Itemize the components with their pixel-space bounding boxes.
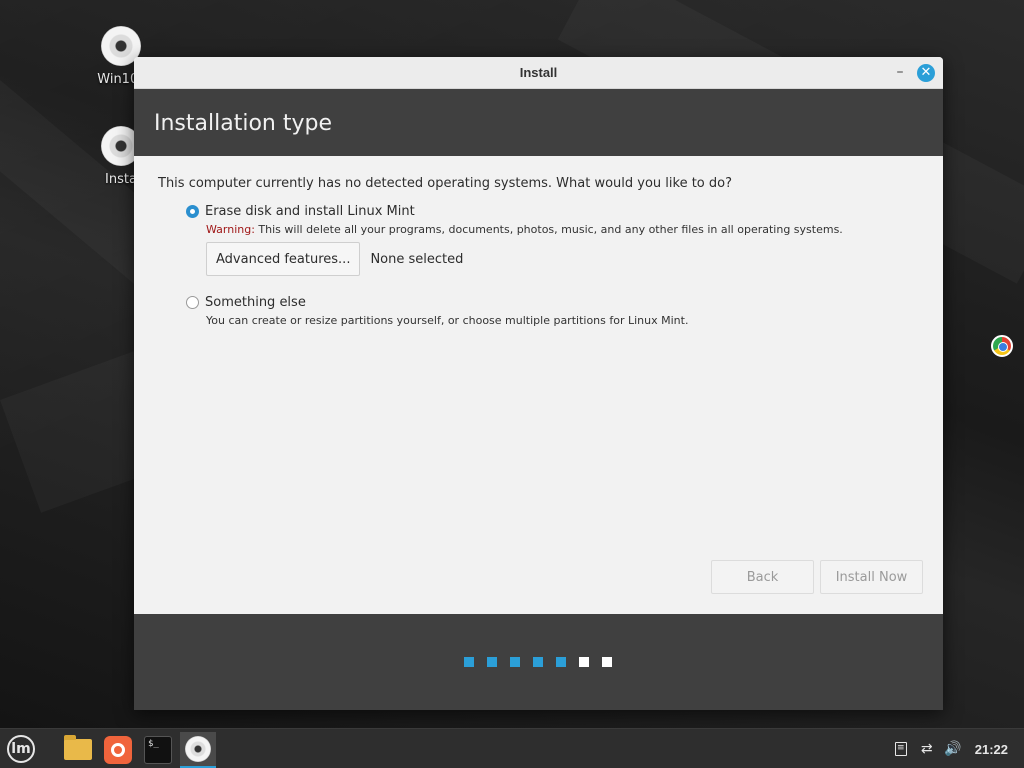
radio-selected-icon[interactable] bbox=[186, 205, 199, 218]
progress-dot-done bbox=[510, 657, 520, 667]
window-titlebar[interactable]: Install – ✕ bbox=[134, 57, 943, 89]
progress-dot-pending bbox=[602, 657, 612, 667]
radio-unselected-icon[interactable] bbox=[186, 296, 199, 309]
advanced-row: Advanced features... None selected bbox=[206, 242, 919, 276]
clipboard-icon[interactable]: ≡ bbox=[893, 741, 909, 757]
progress-dot-done bbox=[487, 657, 497, 667]
install-now-button[interactable]: Install Now bbox=[820, 560, 923, 594]
desktop-icon-label: Insta bbox=[105, 172, 137, 187]
navigation-buttons: Back Install Now bbox=[711, 560, 923, 594]
progress-dot-pending bbox=[579, 657, 589, 667]
terminal-icon: $_ bbox=[144, 736, 172, 764]
firefox-launcher[interactable] bbox=[100, 732, 136, 766]
chrome-icon[interactable] bbox=[991, 335, 1013, 357]
radio-label: Erase disk and install Linux Mint bbox=[205, 204, 415, 219]
progress-dot-done bbox=[464, 657, 474, 667]
installer-disc-icon bbox=[185, 736, 211, 762]
system-tray: ≡ ⇄ 🔊 21:22 bbox=[893, 729, 1008, 768]
radio-something-else[interactable]: Something else bbox=[186, 295, 919, 310]
progress-dots bbox=[464, 657, 612, 667]
back-button[interactable]: Back bbox=[711, 560, 814, 594]
folder-icon bbox=[64, 735, 92, 760]
option-something-else: Something else You can create or resize … bbox=[186, 295, 919, 327]
progress-dot-done bbox=[556, 657, 566, 667]
question-text: This computer currently has no detected … bbox=[158, 176, 732, 191]
minimize-button[interactable]: – bbox=[893, 65, 907, 79]
advanced-features-value: None selected bbox=[370, 251, 464, 267]
close-button[interactable]: ✕ bbox=[917, 64, 935, 82]
warning-prefix: Warning: bbox=[206, 223, 255, 236]
progress-footer bbox=[134, 614, 943, 710]
window-title: Install bbox=[519, 65, 558, 80]
page-header: Installation type bbox=[134, 89, 943, 156]
warning-line: Warning: This will delete all your progr… bbox=[206, 223, 919, 236]
option-erase-disk: Erase disk and install Linux Mint Warnin… bbox=[186, 204, 919, 276]
firefox-icon bbox=[104, 736, 132, 764]
warning-text: This will delete all your programs, docu… bbox=[254, 223, 843, 236]
page-title: Installation type bbox=[154, 111, 332, 136]
clock[interactable]: 21:22 bbox=[975, 742, 1008, 757]
terminal-launcher[interactable]: $_ bbox=[140, 732, 176, 766]
menu-button[interactable]: lm bbox=[4, 732, 40, 766]
files-launcher[interactable] bbox=[60, 732, 96, 766]
option-description: You can create or resize partitions your… bbox=[206, 314, 689, 327]
advanced-features-button[interactable]: Advanced features... bbox=[206, 242, 361, 276]
content-area: This computer currently has no detected … bbox=[134, 156, 943, 614]
installer-window: Install – ✕ Installation type This compu… bbox=[134, 57, 943, 710]
network-disconnected-icon[interactable]: ⇄ bbox=[919, 741, 935, 757]
radio-erase-disk[interactable]: Erase disk and install Linux Mint bbox=[186, 204, 919, 219]
radio-label: Something else bbox=[205, 295, 306, 310]
taskbar: lm $_ ≡ ⇄ 🔊 21:22 bbox=[0, 728, 1024, 768]
volume-icon[interactable]: 🔊 bbox=[944, 741, 961, 757]
installer-task[interactable] bbox=[180, 732, 216, 768]
mint-menu-icon: lm bbox=[7, 735, 35, 763]
progress-dot-done bbox=[533, 657, 543, 667]
